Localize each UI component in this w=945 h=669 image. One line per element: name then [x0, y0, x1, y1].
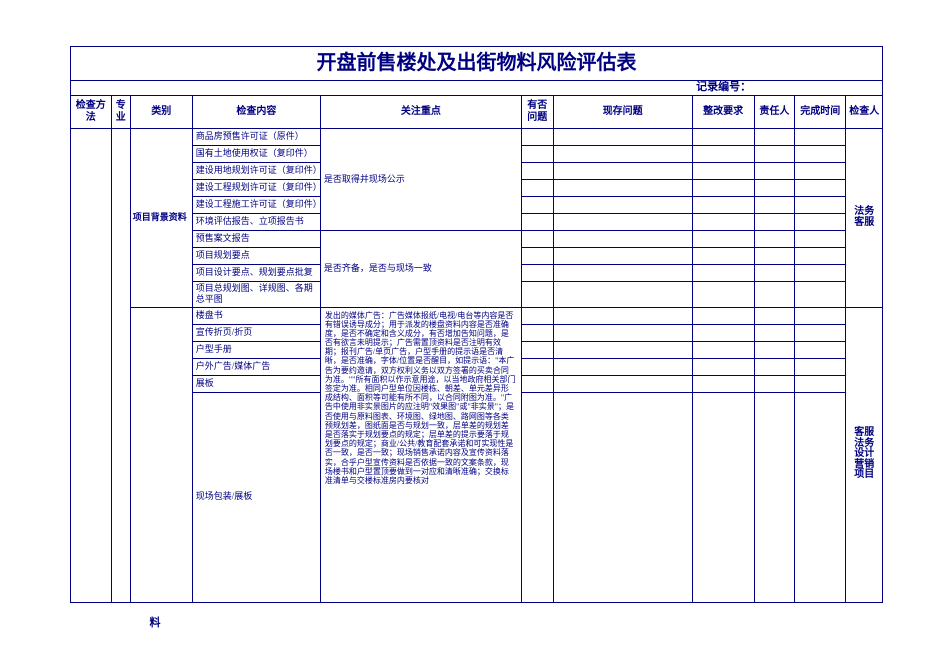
hdr-specialty: 专业 [111, 96, 130, 129]
content-cell: 国有土地使用权证（复印件） [192, 146, 320, 163]
category-2 [130, 307, 192, 602]
hdr-rectify: 整改要求 [692, 96, 754, 129]
table-row: 项目背景资料 商品房预售许可证（原件） 是否取得并现场公示 法务 客服 [71, 129, 883, 146]
category-1: 项目背景资料 [130, 129, 192, 308]
hdr-focus: 关注重点 [320, 96, 521, 129]
risk-assessment-table: 开盘前售楼处及出街物料风险评估表 记录编号： 检查方法 专业 类别 检查内容 关… [70, 46, 883, 603]
hdr-complete-time: 完成时间 [795, 96, 846, 129]
hdr-reviewer: 检查人 [846, 96, 883, 129]
content-cell: 现场包装/展板 [192, 392, 320, 602]
content-cell: 商品房预售许可证（原件） [192, 129, 320, 146]
content-cell: 建设工程规划许可证（复印件） [192, 180, 320, 197]
specialty-cell [111, 129, 130, 603]
hdr-method: 检查方法 [71, 96, 112, 129]
record-number-label: 记录编号： [692, 81, 882, 96]
content-cell: 户外广告/媒体广告 [192, 358, 320, 375]
content-cell: 楼盘书 [192, 307, 320, 324]
content-cell: 宣传折页/折页 [192, 324, 320, 341]
content-cell: 建设用地规划许可证（复印件） [192, 163, 320, 180]
content-cell: 预售案文报告 [192, 231, 320, 248]
focus-b: 是否齐备，是否与现场一致 [320, 231, 521, 308]
issue-cell [521, 129, 553, 146]
content-cell: 建设工程施工许可证（复印件） [192, 197, 320, 214]
content-cell: 项目设计要点、规划要点批复 [192, 265, 320, 282]
content-cell: 环境评估报告、立项报告书 [192, 214, 320, 231]
content-cell: 展板 [192, 375, 320, 392]
record-number-row: 记录编号： [71, 81, 883, 96]
content-cell: 项目总规划图、详规图、各期总平图 [192, 282, 320, 308]
below-left-text: 料 [126, 603, 184, 632]
hdr-content: 检查内容 [192, 96, 320, 129]
reviewer-2: 客服 法务 设计 营销 项目 [846, 307, 883, 602]
reviewer-1: 法务 客服 [846, 129, 883, 308]
hdr-category: 类别 [130, 96, 192, 129]
header-row: 检查方法 专业 类别 检查内容 关注重点 有否问题 现存问题 整改要求 责任人 … [71, 96, 883, 129]
hdr-has-issue: 有否问题 [521, 96, 553, 129]
responsible-cell [754, 129, 795, 146]
content-cell: 项目规划要点 [192, 248, 320, 265]
method-cell [71, 129, 112, 603]
rectify-cell [692, 129, 754, 146]
doc-title: 开盘前售楼处及出街物料风险评估表 [71, 47, 883, 81]
focus-long: 发出的媒体广告：广告媒体报纸/电视/电台等内容是否有错误诱导成分；用于派发的楼盘… [320, 307, 521, 602]
complete-cell [795, 129, 846, 146]
hdr-current-issue: 现存问题 [553, 96, 692, 129]
title-row: 开盘前售楼处及出街物料风险评估表 [71, 47, 883, 81]
table-row: 预售案文报告 是否齐备，是否与现场一致 [71, 231, 883, 248]
hdr-responsible: 责任人 [754, 96, 795, 129]
current-issue-cell [553, 129, 692, 146]
table-row: 楼盘书 发出的媒体广告：广告媒体报纸/电视/电台等内容是否有错误诱导成分；用于派… [71, 307, 883, 324]
focus-a: 是否取得并现场公示 [320, 129, 521, 231]
content-cell: 户型手册 [192, 341, 320, 358]
